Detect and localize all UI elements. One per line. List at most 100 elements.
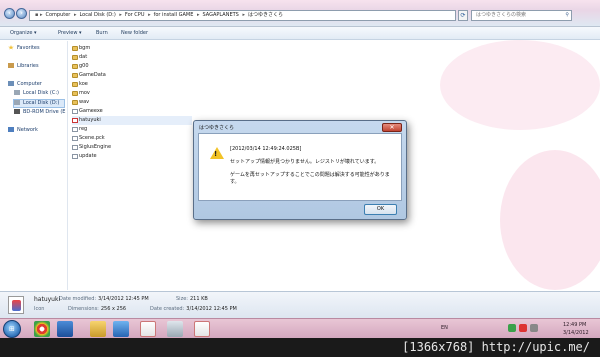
back-button[interactable]: ‹ xyxy=(4,8,15,19)
clock-time[interactable]: 12:49 PM xyxy=(563,322,586,328)
address-bar-area: ‹ › ▪ ▸ Computer ▸ Local Disk (D:) ▸ For CP… xyxy=(0,0,600,27)
new-folder-button[interactable]: New folder xyxy=(121,29,148,37)
file-icon xyxy=(72,145,78,150)
list-item[interactable]: GameData xyxy=(72,71,192,80)
caption-text: [1366x768] http://upic.me/ xyxy=(402,340,590,354)
hatsuyuki-window-icon[interactable] xyxy=(140,321,156,337)
detail-filename: hatuyuki xyxy=(34,296,61,303)
search-input[interactable]: はつゆきさくらの検索 ⚲ xyxy=(471,10,572,21)
dialog-message-2: ゲームを再セットアップすることでこの問題は解決する可能性があります。 xyxy=(230,172,390,185)
details-pane: hatuyuki Icon Date modified: 3/14/2012 12… xyxy=(0,291,600,318)
nav-computer[interactable]: Computer xyxy=(8,81,42,88)
drive-icon xyxy=(14,100,20,105)
nav-bd-rom[interactable]: BD-ROM Drive (E xyxy=(14,109,65,116)
detail-type: Icon xyxy=(34,306,45,312)
tray-icon[interactable] xyxy=(508,324,516,332)
breadcrumb-for-cpu[interactable]: For CPU xyxy=(125,12,145,18)
language-indicator[interactable]: EN xyxy=(441,325,448,331)
file-icon xyxy=(72,127,78,132)
folder-icon xyxy=(72,55,78,60)
error-dialog: はつゆきさくら ✕ ! [2012/03/14 12:49:24.025B] セ… xyxy=(193,120,407,220)
folder-icon xyxy=(72,100,78,105)
file-icon xyxy=(72,136,78,141)
windows-logo-icon: ⊞ xyxy=(9,325,15,333)
navigation-pane: Favorites Libraries Computer Local Disk … xyxy=(0,41,68,290)
tools-icon[interactable] xyxy=(167,321,183,337)
dialog-title: はつゆきさくら xyxy=(199,125,235,131)
dialog-message-1: セットアップ情報が見つかりません。レジストリが壊れています。 xyxy=(230,159,380,165)
breadcrumb-computer[interactable]: Computer xyxy=(46,12,71,18)
drive-icon xyxy=(14,90,20,95)
nav-favorites[interactable]: Favorites xyxy=(8,45,40,52)
file-thumbnail xyxy=(8,296,24,314)
list-item[interactable]: update xyxy=(72,152,192,161)
start-button[interactable]: ⊞ xyxy=(3,320,21,338)
folder-icon xyxy=(72,64,78,69)
itunes-icon[interactable] xyxy=(57,321,73,337)
downloader-icon[interactable] xyxy=(113,321,129,337)
breadcrumb-sagaplanets[interactable]: SAGAPLANETS xyxy=(203,12,239,18)
breadcrumb-hatsuyuki[interactable]: はつゆきさくら xyxy=(248,12,283,18)
wallpaper-tint xyxy=(500,150,600,290)
explorer-icon[interactable] xyxy=(90,321,106,337)
tray-icon[interactable] xyxy=(519,324,527,332)
folder-icon xyxy=(72,73,78,78)
list-item[interactable]: Scene.pck xyxy=(72,134,192,143)
nav-network[interactable]: Network xyxy=(8,127,38,134)
breadcrumb-local-disk-d[interactable]: Local Disk (D:) xyxy=(79,12,115,18)
computer-icon: ▪ ▸ xyxy=(35,12,43,18)
list-item[interactable]: mov xyxy=(72,89,192,98)
address-field[interactable]: ▪ ▸ Computer ▸ Local Disk (D:) ▸ For CPU ▸ f… xyxy=(29,10,456,21)
clock-date[interactable]: 3/14/2012 xyxy=(563,330,589,336)
list-item[interactable]: koe xyxy=(72,80,192,89)
forward-button[interactable]: › xyxy=(16,8,27,19)
folder-icon xyxy=(72,91,78,96)
chrome-icon[interactable] xyxy=(34,321,50,337)
app-icon xyxy=(72,118,78,123)
volume-icon[interactable] xyxy=(530,324,538,332)
detail-dimensions: Dimensions: 256 x 256 xyxy=(68,306,127,312)
burn-button[interactable]: Burn xyxy=(96,29,108,37)
list-item[interactable]: SiglusEngine xyxy=(72,143,192,152)
computer-icon xyxy=(8,81,14,86)
detail-created: Date created: 3/14/2012 12:45 PM xyxy=(150,306,237,312)
warning-mark: ! xyxy=(214,150,218,158)
desktop-screen: ‹ › ▪ ▸ Computer ▸ Local Disk (D:) ▸ For CP… xyxy=(0,0,600,338)
list-item[interactable]: Gameexe xyxy=(72,107,192,116)
folder-icon xyxy=(72,46,78,51)
resolution-caption: [1366x768] http://upic.me/ xyxy=(0,338,600,357)
list-item[interactable]: wav xyxy=(72,98,192,107)
detail-size: Size: 211 KB xyxy=(176,296,208,302)
nav-libraries[interactable]: Libraries xyxy=(8,63,39,70)
star-icon xyxy=(8,45,14,50)
list-item[interactable]: bgm xyxy=(72,44,192,53)
ok-button[interactable]: OK xyxy=(364,204,397,215)
dialog-timestamp: [2012/03/14 12:49:24.025B] xyxy=(230,146,302,152)
taskbar: ⊞ EN 12:49 PM 3/14/2012 xyxy=(0,318,600,338)
nav-local-disk-c[interactable]: Local Disk (C:) xyxy=(14,90,59,97)
hatsuyuki-app-icon[interactable] xyxy=(194,321,210,337)
file-icon xyxy=(72,109,78,114)
close-button[interactable]: ✕ xyxy=(382,123,402,132)
file-list: bgm dat g00 GameData koe mov wav Gameexe… xyxy=(72,44,192,161)
list-item[interactable]: dat xyxy=(72,53,192,62)
list-item-selected[interactable]: hatuyuki xyxy=(72,116,192,125)
wallpaper-tint xyxy=(440,40,600,130)
organize-button[interactable]: Organize ▾ xyxy=(10,29,37,37)
detail-modified: Date modified: 3/14/2012 12:45 PM xyxy=(59,296,149,302)
list-item[interactable]: g00 xyxy=(72,62,192,71)
folder-icon xyxy=(72,82,78,87)
network-icon xyxy=(8,127,14,132)
file-icon xyxy=(72,154,78,159)
dialog-footer: OK xyxy=(198,201,402,217)
preview-button[interactable]: Preview ▾ xyxy=(58,29,82,37)
list-item[interactable]: reg xyxy=(72,125,192,134)
search-placeholder: はつゆきさくらの検索 xyxy=(476,12,527,18)
dialog-body: ! [2012/03/14 12:49:24.025B] セットアップ情報が見つ… xyxy=(198,133,402,201)
nav-local-disk-d[interactable]: Local Disk (D:) xyxy=(13,99,65,108)
command-bar: Organize ▾ Preview ▾ Burn New folder xyxy=(0,27,600,40)
breadcrumb-install-game[interactable]: for install GAME xyxy=(154,12,194,18)
refresh-icon[interactable]: ⟳ xyxy=(458,10,468,21)
disc-drive-icon xyxy=(14,109,20,114)
search-icon: ⚲ xyxy=(565,12,569,18)
